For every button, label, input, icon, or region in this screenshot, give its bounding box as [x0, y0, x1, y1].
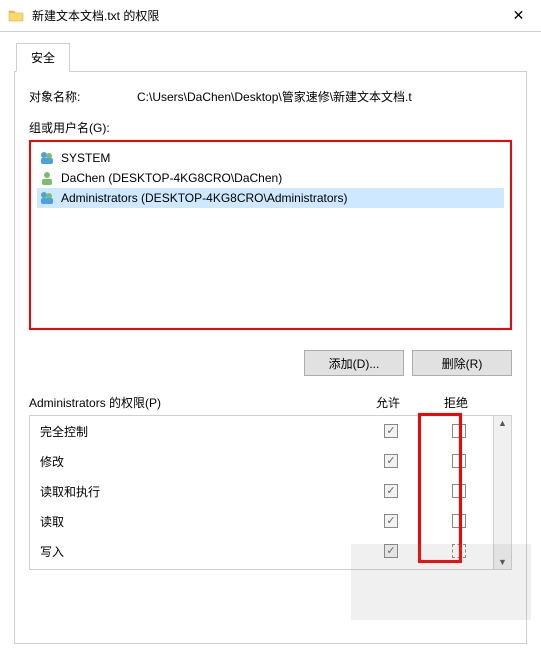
button-label: 添加(D)... [329, 355, 380, 372]
folder-icon [8, 8, 24, 24]
add-button[interactable]: 添加(D)... [304, 350, 404, 376]
list-item-label: DaChen (DESKTOP-4KG8CRO\DaChen) [61, 171, 282, 185]
permissions-grid: 完全控制 修改 读取和执行 读取 [29, 415, 512, 570]
tab-security[interactable]: 安全 [16, 43, 70, 72]
perm-row-full-control: 完全控制 [30, 416, 493, 446]
list-item-dachen[interactable]: DaChen (DESKTOP-4KG8CRO\DaChen) [37, 168, 504, 188]
perm-label: 读取 [40, 513, 357, 530]
permissions-rows: 完全控制 修改 读取和执行 读取 [30, 416, 493, 569]
object-name-value: C:\Users\DaChen\Desktop\管家速修\新建文本文档.t [137, 88, 512, 105]
group-buttons: 添加(D)... 删除(R) [29, 350, 512, 376]
group-icon [39, 190, 55, 206]
tab-label: 安全 [31, 51, 55, 65]
groups-label: 组或用户名(G): [29, 119, 512, 136]
user-icon [39, 170, 55, 186]
perm-row-read-execute: 读取和执行 [30, 476, 493, 506]
perm-label: 修改 [40, 453, 357, 470]
close-icon: ✕ [513, 7, 525, 24]
deny-checkbox[interactable] [452, 454, 466, 468]
deny-checkbox[interactable] [452, 484, 466, 498]
column-deny: 拒绝 [422, 394, 490, 411]
security-panel: 对象名称: C:\Users\DaChen\Desktop\管家速修\新建文本文… [14, 72, 527, 644]
deny-checkbox[interactable] [452, 544, 466, 558]
deny-checkbox[interactable] [452, 514, 466, 528]
permissions-grid-wrapper: 完全控制 修改 读取和执行 读取 [29, 415, 512, 570]
list-item-label: SYSTEM [61, 151, 110, 165]
object-name-label: 对象名称: [29, 88, 137, 105]
perm-row-write: 写入 [30, 536, 493, 566]
perm-label: 写入 [40, 543, 357, 560]
allow-checkbox[interactable] [384, 484, 398, 498]
perm-row-modify: 修改 [30, 446, 493, 476]
titlebar: 新建文本文档.txt 的权限 ✕ [0, 0, 541, 32]
allow-checkbox[interactable] [384, 514, 398, 528]
tabbar: 安全 [14, 42, 527, 72]
permissions-scrollbar[interactable]: ▲ ▼ [493, 416, 511, 569]
column-allow: 允许 [354, 394, 422, 411]
perm-label: 读取和执行 [40, 483, 357, 500]
button-label: 删除(R) [442, 355, 483, 372]
remove-button[interactable]: 删除(R) [412, 350, 512, 376]
groups-listbox[interactable]: SYSTEM DaChen (DESKTOP-4KG8CRO\DaChen) A… [29, 140, 512, 330]
perm-label: 完全控制 [40, 423, 357, 440]
list-item-administrators[interactable]: Administrators (DESKTOP-4KG8CRO\Administ… [37, 188, 504, 208]
group-icon [39, 150, 55, 166]
allow-checkbox[interactable] [384, 454, 398, 468]
dialog-body: 安全 对象名称: C:\Users\DaChen\Desktop\管家速修\新建… [0, 32, 541, 658]
close-button[interactable]: ✕ [496, 0, 541, 32]
scroll-down-icon[interactable]: ▼ [496, 555, 509, 569]
allow-checkbox[interactable] [384, 544, 398, 558]
object-name-row: 对象名称: C:\Users\DaChen\Desktop\管家速修\新建文本文… [29, 88, 512, 105]
permissions-header: Administrators 的权限(P) 允许 拒绝 [29, 394, 512, 411]
permissions-title: Administrators 的权限(P) [29, 394, 354, 411]
window-title: 新建文本文档.txt 的权限 [32, 7, 159, 24]
list-item-system[interactable]: SYSTEM [37, 148, 504, 168]
allow-checkbox[interactable] [384, 424, 398, 438]
perm-row-read: 读取 [30, 506, 493, 536]
scroll-up-icon[interactable]: ▲ [496, 416, 509, 430]
list-item-label: Administrators (DESKTOP-4KG8CRO\Administ… [61, 191, 348, 205]
deny-checkbox[interactable] [452, 424, 466, 438]
